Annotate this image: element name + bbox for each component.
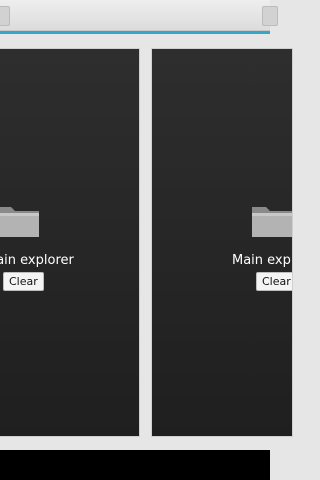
top-bar-square-right [262, 6, 278, 26]
top-bar-square-left [0, 6, 10, 26]
folder-icon [252, 207, 292, 237]
panel-title: Main explorer [232, 253, 292, 268]
top-bar [0, 0, 278, 31]
explorer-panel-right[interactable]: Main explorer Clear [152, 49, 292, 436]
clear-button[interactable]: Clear [3, 272, 44, 291]
folder-icon [0, 207, 39, 237]
explorer-panel-left[interactable]: Main explorer Clear [0, 49, 139, 436]
panel-title: Main explorer [0, 253, 74, 268]
clear-button[interactable]: Clear [256, 272, 292, 291]
bottom-bar [0, 450, 270, 480]
content-area: Main explorer Clear Main explorer Clear [0, 34, 292, 450]
